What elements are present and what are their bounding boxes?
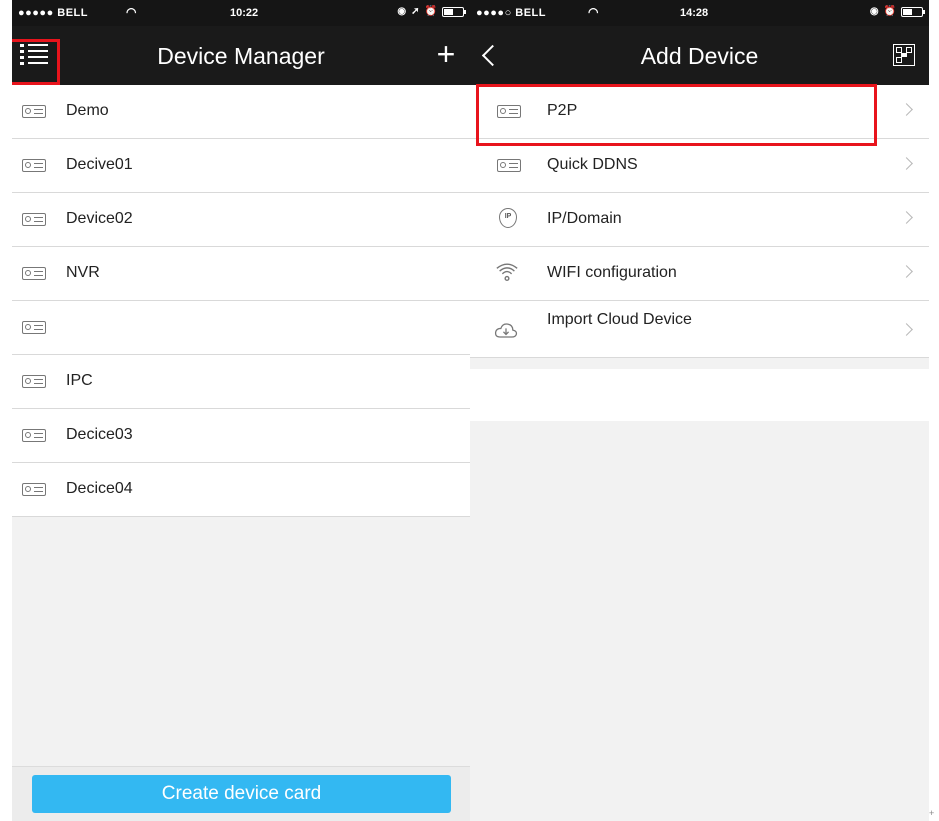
status-icons: ◉ ⏰	[869, 6, 925, 17]
device-icon	[22, 321, 46, 334]
option-label: WIFI configuration	[547, 264, 677, 281]
option-import-cloud-device[interactable]: Import Cloud Device	[470, 301, 929, 358]
device-list: Demo Decive01 Device02 NVR IPC Decice03	[12, 85, 470, 517]
status-bar: ●●●●○ BELL ◠ 14:28 ◉ ⏰	[470, 0, 929, 26]
wifi-signal-icon: ◠	[126, 5, 137, 19]
device-manager-screen: ●●●●● BELL ◠ 10:22 ◉ ➚ ⏰ Device Manager …	[12, 0, 470, 821]
chevron-right-icon	[900, 157, 913, 170]
device-label: Demo	[66, 102, 109, 119]
battery-icon	[901, 6, 925, 17]
device-icon	[22, 429, 46, 442]
option-ip-domain[interactable]: IP IP/Domain	[470, 193, 929, 247]
add-device-options: P2P Quick DDNS IP IP/Domain WIFI configu…	[470, 85, 929, 358]
device-label: Decice03	[66, 426, 133, 443]
list-item-device-7[interactable]: Decice04	[12, 463, 470, 517]
alarm-icon: ⏰	[424, 6, 437, 17]
ip-pin-icon: IP	[499, 208, 523, 232]
device-icon	[22, 159, 46, 172]
device-label: Device02	[66, 210, 133, 227]
option-quick-ddns[interactable]: Quick DDNS	[470, 139, 929, 193]
status-time: 10:22	[230, 7, 259, 19]
cloud-download-icon	[494, 323, 518, 338]
alarm-icon: ⏰	[883, 6, 896, 17]
device-icon	[497, 159, 521, 172]
device-icon	[497, 105, 521, 118]
list-item-device-5[interactable]: IPC	[12, 355, 470, 409]
device-icon	[22, 213, 46, 226]
lock-rotation-icon: ◉	[869, 6, 879, 17]
list-item-device-6[interactable]: Decice03	[12, 409, 470, 463]
device-label: Decice04	[66, 480, 133, 497]
status-icons: ◉ ➚ ⏰	[397, 6, 466, 17]
list-item-device-2[interactable]: Device02	[12, 193, 470, 247]
list-item-device-1[interactable]: Decive01	[12, 139, 470, 193]
bottom-toolbar: Create device card	[12, 766, 470, 821]
status-bar: ●●●●● BELL ◠ 10:22 ◉ ➚ ⏰	[12, 0, 470, 26]
wifi-signal-icon: ◠	[588, 5, 599, 19]
option-label: IP/Domain	[547, 210, 622, 227]
device-icon	[22, 375, 46, 388]
chevron-right-icon	[900, 323, 913, 336]
nav-bar: Add Device	[470, 26, 929, 85]
chevron-right-icon	[900, 265, 913, 278]
chevron-right-icon	[900, 103, 913, 116]
option-p2p[interactable]: P2P	[470, 85, 929, 139]
wifi-icon	[496, 263, 518, 281]
location-icon: ➚	[411, 6, 420, 17]
option-label: P2P	[547, 102, 578, 119]
lock-rotation-icon: ◉	[397, 6, 407, 17]
option-wifi-configuration[interactable]: WIFI configuration	[470, 247, 929, 301]
status-time: 14:28	[680, 7, 709, 19]
device-icon	[22, 483, 46, 496]
device-icon	[22, 267, 46, 280]
carrier-label: ●●●●○ BELL	[476, 7, 546, 19]
device-icon	[22, 105, 46, 118]
add-device-screen: ●●●●○ BELL ◠ 14:28 ◉ ⏰ Add Device P2P Qu…	[470, 0, 929, 821]
corner-mark: +	[929, 808, 935, 818]
nav-bar: Device Manager +	[12, 26, 470, 85]
page-title: Device Manager	[157, 43, 325, 69]
option-label: Quick DDNS	[547, 156, 638, 173]
page-title: Add Device	[640, 43, 759, 69]
list-item-device-0[interactable]: Demo	[12, 85, 470, 139]
add-device-icon[interactable]: +	[431, 38, 461, 70]
create-device-card-button[interactable]: Create device card	[32, 775, 451, 813]
device-label: IPC	[66, 372, 93, 389]
empty-white-band	[470, 369, 929, 421]
chevron-right-icon	[900, 211, 913, 224]
option-label: Import Cloud Device	[547, 311, 692, 328]
qr-scan-icon[interactable]	[893, 44, 915, 66]
device-label: Decive01	[66, 156, 133, 173]
list-item-device-3[interactable]: NVR	[12, 247, 470, 301]
device-label: NVR	[66, 264, 100, 281]
battery-icon	[442, 6, 466, 17]
carrier-label: ●●●●● BELL	[18, 7, 88, 19]
list-item-device-4[interactable]	[12, 301, 470, 355]
